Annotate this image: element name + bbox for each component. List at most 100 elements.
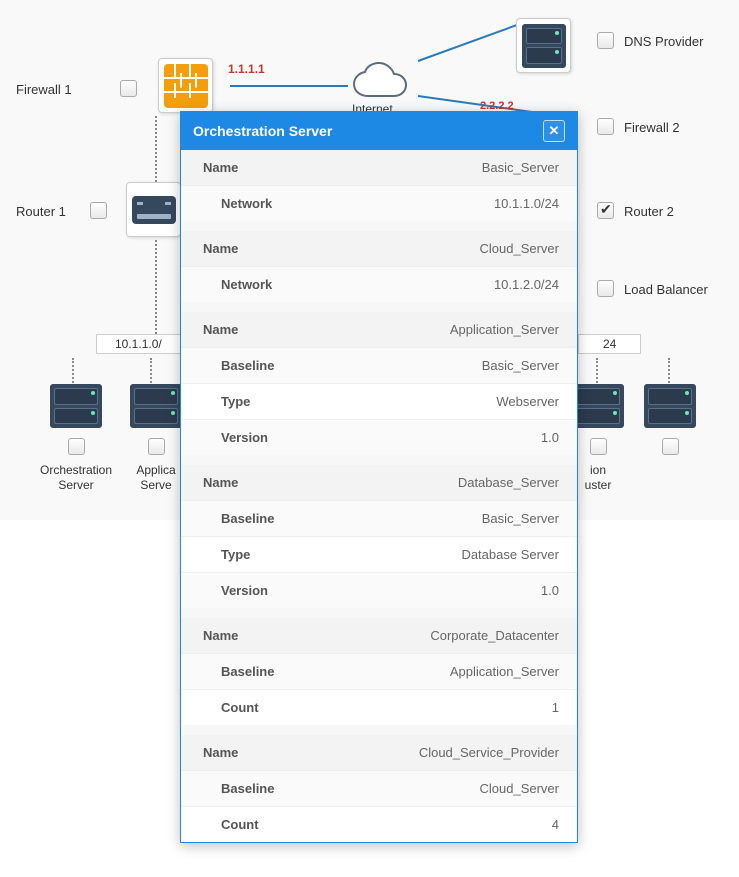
firewall1-checkbox[interactable] xyxy=(120,80,137,97)
property-row: Baseline Basic_Server xyxy=(181,500,577,536)
property-key: Network xyxy=(203,196,272,211)
node-extra-checkbox[interactable] xyxy=(662,438,679,455)
property-key: Network xyxy=(203,277,272,292)
ip1-label: 1.1.1.1 xyxy=(228,62,265,76)
connector-dotted xyxy=(668,358,670,386)
property-key: Count xyxy=(203,700,259,715)
modal-title: Orchestration Server xyxy=(193,123,332,139)
property-key: Name xyxy=(203,241,238,256)
node-ion-checkbox[interactable] xyxy=(590,438,607,455)
server-icon xyxy=(572,384,624,428)
router2-label: Router 2 xyxy=(624,204,674,219)
connector-line xyxy=(418,22,522,62)
net2-label: 24 xyxy=(578,334,641,354)
node-application[interactable]: Applica Serve xyxy=(126,384,186,493)
server-icon xyxy=(522,24,566,68)
connector-dotted xyxy=(72,358,74,386)
property-row: Network 10.1.1.0/24 xyxy=(181,185,577,221)
router2-checkbox[interactable] xyxy=(597,202,614,219)
node-label: Orchestration Server xyxy=(36,463,116,493)
property-key: Count xyxy=(203,817,259,832)
firewall2-label: Firewall 2 xyxy=(624,120,680,135)
firewall1-label: Firewall 1 xyxy=(16,82,72,97)
property-key: Baseline xyxy=(203,358,274,373)
router1-device[interactable] xyxy=(126,182,181,237)
close-icon: ✕ xyxy=(549,123,560,139)
property-value: 1.0 xyxy=(541,430,559,445)
property-row: Name Application_Server xyxy=(181,312,577,347)
property-key: Name xyxy=(203,745,238,760)
property-value: 4 xyxy=(552,817,559,832)
node-extra[interactable] xyxy=(640,384,700,455)
property-row: BaselineBasic_Server xyxy=(181,347,577,383)
server-icon xyxy=(130,384,182,428)
property-group: NameBasic_Server Network 10.1.1.0/24 xyxy=(181,150,577,231)
property-row: Version 1.0 xyxy=(181,572,577,608)
modal-body: NameBasic_ServerNetwork10.1.1.0/24NameCl… xyxy=(181,150,577,842)
property-value: 1.0 xyxy=(541,583,559,598)
router1-label: Router 1 xyxy=(16,204,66,219)
node-label: Applica Serve xyxy=(126,463,186,493)
property-row: NameBasic_Server xyxy=(181,150,577,185)
property-group: Name Application_Server BaselineBasic_Serv… xyxy=(181,312,577,465)
property-row: Baseline Cloud_Server xyxy=(181,770,577,806)
property-row: NameCorporate_Datacenter xyxy=(181,618,577,653)
property-value: Cloud_Server xyxy=(480,241,560,256)
property-key: Name xyxy=(203,475,238,490)
property-row: Version 1.0 xyxy=(181,419,577,455)
property-value: Webserver xyxy=(496,394,559,409)
property-group: Name Cloud_Service_Provider Baseline Cloud_… xyxy=(181,735,577,842)
property-row: Name Cloud_Service_Provider xyxy=(181,735,577,770)
property-key: Version xyxy=(203,583,268,598)
node-orchestration[interactable]: Orchestration Server xyxy=(46,384,106,493)
connector-dotted xyxy=(150,358,152,386)
property-row: Type Database Server xyxy=(181,536,577,572)
property-value: Cloud_Service_Provider xyxy=(419,745,559,760)
property-row: BaselineApplication_Server xyxy=(181,653,577,689)
property-key: Version xyxy=(203,430,268,445)
property-key: Name xyxy=(203,322,238,337)
property-value: Database Server xyxy=(461,547,559,562)
connector-dotted xyxy=(596,358,598,386)
loadbalancer-label: Load Balancer xyxy=(624,282,708,297)
modal-header[interactable]: Orchestration Server ✕ xyxy=(181,112,577,150)
loadbalancer-checkbox[interactable] xyxy=(597,280,614,297)
server-icon xyxy=(50,384,102,428)
property-row: Name Cloud_Server xyxy=(181,231,577,266)
property-key: Type xyxy=(203,547,250,562)
property-row: Network 10.1.2.0/24 xyxy=(181,266,577,302)
cloud-icon xyxy=(348,62,418,107)
firewall1-device[interactable] xyxy=(158,58,213,113)
firewall-icon xyxy=(164,64,208,108)
property-value: 10.1.2.0/24 xyxy=(494,277,559,292)
property-value: Application_Server xyxy=(450,322,559,337)
property-group: NameCorporate_DatacenterBaselineApplicat… xyxy=(181,618,577,735)
property-value: Database_Server xyxy=(458,475,559,490)
property-value: 10.1.1.0/24 xyxy=(494,196,559,211)
net1-label: 10.1.1.0/ xyxy=(96,334,181,354)
node-orchestration-checkbox[interactable] xyxy=(68,438,85,455)
property-row: Count1 xyxy=(181,689,577,725)
property-group: Name Database_Server Baseline Basic_Server T… xyxy=(181,465,577,618)
property-row: Name Database_Server xyxy=(181,465,577,500)
property-key: Baseline xyxy=(203,664,274,679)
property-row: Count 4 xyxy=(181,806,577,842)
property-row: Type Webserver xyxy=(181,383,577,419)
dns-label: DNS Provider xyxy=(624,34,703,49)
property-key: Baseline xyxy=(203,511,274,526)
dns-device[interactable] xyxy=(516,18,571,73)
property-key: Baseline xyxy=(203,781,274,796)
property-value: Cloud_Server xyxy=(480,781,560,796)
property-value: Basic_Server xyxy=(482,511,559,526)
router1-checkbox[interactable] xyxy=(90,202,107,219)
connector-dotted xyxy=(155,116,157,182)
property-key: Type xyxy=(203,394,250,409)
node-application-checkbox[interactable] xyxy=(148,438,165,455)
property-key: Name xyxy=(203,160,238,175)
dns-checkbox[interactable] xyxy=(597,32,614,49)
firewall2-checkbox[interactable] xyxy=(597,118,614,135)
property-group: Name Cloud_Server Network 10.1.2.0/24 xyxy=(181,231,577,312)
router-icon xyxy=(132,196,176,224)
close-button[interactable]: ✕ xyxy=(543,120,565,142)
property-value: Corporate_Datacenter xyxy=(430,628,559,643)
